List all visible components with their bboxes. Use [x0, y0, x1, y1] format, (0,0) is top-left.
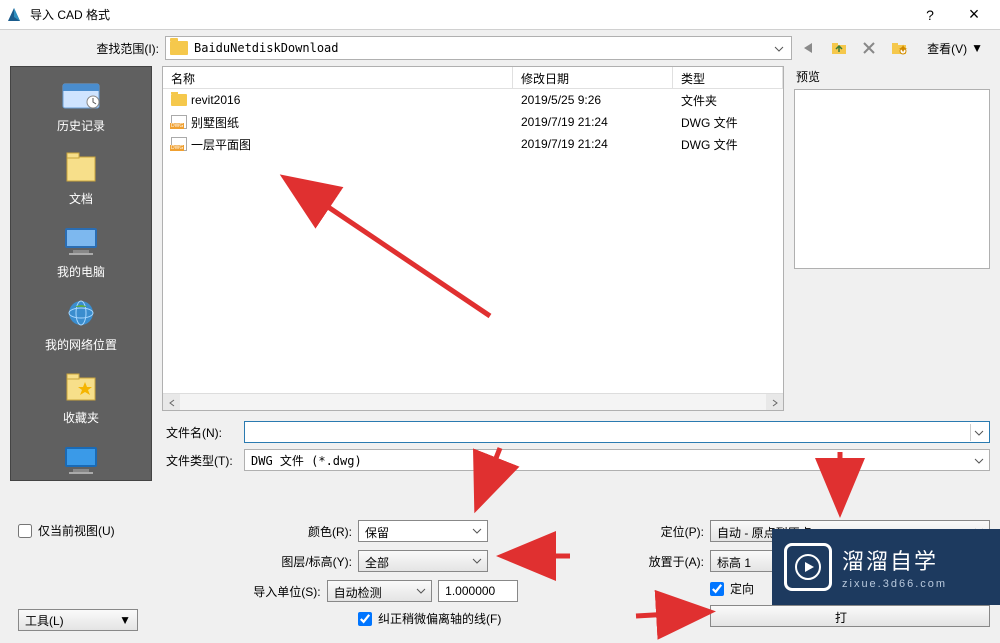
file-row[interactable]: revit2016 2019/5/25 9:26 文件夹: [163, 89, 783, 111]
orient-label: 定向: [730, 580, 754, 597]
watermark: 溜溜自学 zixue.3d66.com: [772, 529, 1000, 605]
horizontal-scrollbar[interactable]: [163, 393, 783, 410]
filetype-combo[interactable]: DWG 文件 (*.dwg): [244, 449, 990, 471]
back-icon[interactable]: [796, 36, 822, 60]
delete-icon[interactable]: [856, 36, 882, 60]
folder-icon: [171, 94, 187, 106]
chevron-down-icon[interactable]: [970, 452, 987, 469]
correct-lines-label: 纠正稍微偏离轴的线(F): [378, 610, 501, 627]
watermark-title: 溜溜自学: [842, 544, 947, 576]
watermark-logo-icon: [784, 543, 832, 591]
unit-combo[interactable]: 自动检测: [327, 580, 433, 602]
correct-lines-checkbox[interactable]: [358, 612, 372, 626]
dwg-file-icon: [171, 137, 187, 151]
file-row[interactable]: 一层平面图 2019/7/19 21:24 DWG 文件: [163, 133, 783, 155]
chevron-down-icon: [469, 553, 485, 569]
scroll-right-icon[interactable]: [766, 394, 783, 411]
layer-combo[interactable]: 全部: [358, 550, 488, 572]
app-logo-icon: [4, 5, 24, 25]
up-folder-icon[interactable]: [826, 36, 852, 60]
close-button[interactable]: ×: [952, 1, 996, 29]
place-favorites[interactable]: 收藏夹: [11, 363, 151, 436]
lookin-combo[interactable]: BaiduNetdiskDownload: [165, 36, 792, 60]
place-network[interactable]: 我的网络位置: [11, 290, 151, 363]
folder-icon: [170, 41, 188, 55]
watermark-subtitle: zixue.3d66.com: [842, 578, 947, 590]
only-current-view-checkbox[interactable]: [18, 524, 32, 538]
preview-label: 预览: [794, 66, 990, 89]
view-menu-button[interactable]: 查看(V) ▼: [920, 36, 990, 60]
new-folder-icon[interactable]: ✦: [886, 36, 912, 60]
unit-factor-input[interactable]: 1.000000: [438, 580, 518, 602]
filename-label: 文件名(N):: [162, 424, 244, 441]
chevron-down-icon[interactable]: [970, 424, 987, 441]
col-type[interactable]: 类型: [673, 67, 783, 88]
locate-label: 定位(P):: [586, 523, 710, 540]
lookin-path: BaiduNetdiskDownload: [194, 41, 339, 55]
tools-button[interactable]: 工具(L) ▼: [18, 609, 138, 631]
unit-label: 导入单位(S):: [218, 583, 327, 600]
open-button[interactable]: 打: [710, 605, 990, 627]
place-computer[interactable]: 我的电脑: [11, 217, 151, 290]
window-title: 导入 CAD 格式: [30, 6, 908, 23]
help-button[interactable]: ?: [908, 1, 952, 29]
place-desktop[interactable]: 桌面: [11, 436, 151, 481]
lookin-label: 查找范围(I):: [0, 40, 165, 57]
col-date[interactable]: 修改日期: [513, 67, 673, 88]
place-history[interactable]: 历史记录: [11, 71, 151, 144]
chevron-down-icon: [413, 583, 429, 599]
svg-text:✦: ✦: [898, 42, 908, 55]
orient-checkbox[interactable]: [710, 582, 724, 596]
dwg-file-icon: [171, 115, 187, 129]
color-combo[interactable]: 保留: [358, 520, 488, 542]
scroll-left-icon[interactable]: [163, 394, 180, 411]
layer-label: 图层/标高(Y):: [218, 553, 358, 570]
filetype-label: 文件类型(T):: [162, 452, 244, 469]
place-label: 放置于(A):: [586, 553, 710, 570]
chevron-down-icon[interactable]: [771, 41, 787, 57]
preview-box: [794, 89, 990, 269]
col-name[interactable]: 名称: [163, 67, 513, 88]
chevron-down-icon: [469, 523, 485, 539]
place-documents[interactable]: 文档: [11, 144, 151, 217]
filename-input[interactable]: [244, 421, 990, 443]
only-current-view-label: 仅当前视图(U): [38, 522, 115, 539]
chevron-down-icon: ▼: [971, 41, 983, 55]
file-list[interactable]: 名称 修改日期 类型 revit2016 2019/5/25 9:26 文件夹 …: [162, 66, 784, 411]
places-bar: 历史记录 文档 我的电脑 我的网络位置 收藏夹 桌面: [10, 66, 152, 481]
color-label: 颜色(R):: [218, 523, 358, 540]
file-list-header[interactable]: 名称 修改日期 类型: [163, 67, 783, 89]
chevron-down-icon: ▼: [119, 613, 131, 627]
file-row[interactable]: 别墅图纸 2019/7/19 21:24 DWG 文件: [163, 111, 783, 133]
